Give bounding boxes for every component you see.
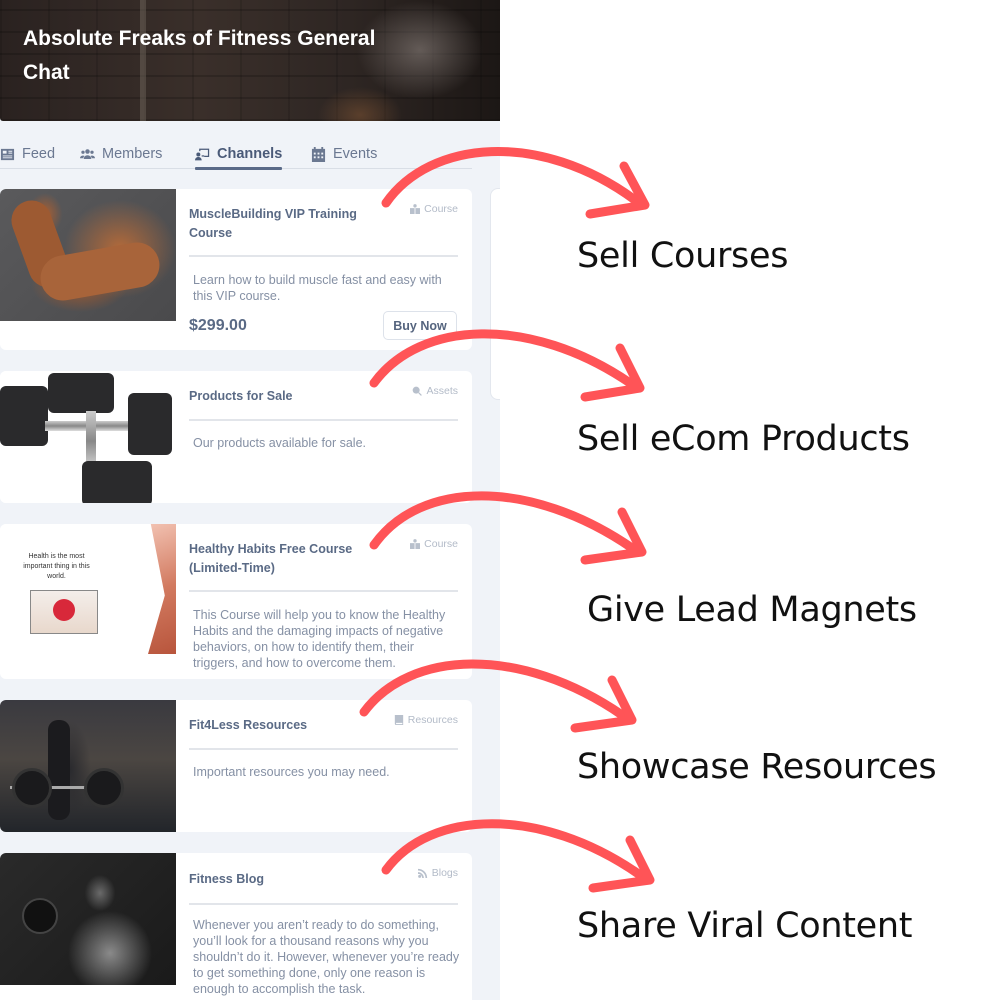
arrow-2-head xyxy=(580,343,645,402)
dumbbell-curl-image xyxy=(0,853,176,985)
channel-description: Learn how to build muscle fast and easy … xyxy=(193,273,442,303)
members-icon xyxy=(80,148,95,159)
channels-icon xyxy=(195,148,210,160)
arrow-3-head xyxy=(580,507,647,565)
channel-type-label: Blogs xyxy=(431,867,458,879)
channel-description: Our products available for sale. xyxy=(193,436,367,450)
channel-price: $299.00 xyxy=(189,317,247,334)
group-cover-banner: Absolute Freaks of Fitness General Chat xyxy=(0,0,500,121)
tab-events-label: Events xyxy=(333,146,378,162)
calendar-icon xyxy=(311,146,326,162)
channel-type-badge: Blogs xyxy=(417,867,458,879)
channel-description: Important resources you may need. xyxy=(193,765,390,779)
annotation-sell-courses: Sell Courses xyxy=(577,236,789,276)
channel-type-badge: Course xyxy=(410,538,458,550)
channel-type-label: Assets xyxy=(426,385,458,397)
image-detail xyxy=(0,386,48,446)
channel-type-label: Course xyxy=(424,538,458,550)
deadlift-gym-image xyxy=(0,700,176,832)
tab-members[interactable]: Members xyxy=(80,141,162,167)
card-divider xyxy=(189,748,458,750)
annotation-showcase-resources: Showcase Resources xyxy=(577,747,937,787)
channel-card[interactable]: Fitness Blog Blogs Whenever you aren’t r… xyxy=(0,853,472,1000)
group-title: Absolute Freaks of Fitness General Chat xyxy=(23,27,376,84)
channel-card[interactable]: Products for Sale Assets Our products av… xyxy=(0,371,472,503)
tab-feed[interactable]: Feed xyxy=(0,141,55,167)
card-divider xyxy=(189,590,458,592)
image-detail xyxy=(48,373,114,413)
image-detail xyxy=(22,898,58,934)
channel-type-badge: Course xyxy=(410,203,458,215)
course-icon xyxy=(410,204,421,214)
channel-type-label: Course xyxy=(424,203,458,215)
arrow-4-head xyxy=(570,675,637,733)
tab-events[interactable]: Events xyxy=(311,141,377,167)
heart-in-hands-picture xyxy=(30,590,98,634)
tab-channels-label: Channels xyxy=(217,146,283,162)
channel-type-label: Resources xyxy=(407,714,458,726)
image-detail xyxy=(12,768,52,808)
image-detail xyxy=(48,720,70,820)
channel-title[interactable]: Fitness Blog xyxy=(189,870,379,889)
channel-title[interactable]: MuscleBuilding VIP Training Course xyxy=(189,205,379,243)
health-slide-image: Health is the most important thing in th… xyxy=(0,524,176,656)
search-icon xyxy=(413,386,423,396)
course-icon xyxy=(410,539,421,549)
tab-channels[interactable]: Channels xyxy=(195,141,283,170)
slide-decoration xyxy=(148,524,176,654)
channel-title[interactable]: Healthy Habits Free Course (Limited-Time… xyxy=(189,540,379,578)
channel-type-badge: Assets xyxy=(412,385,458,397)
channel-card[interactable]: MuscleBuilding VIP Training Course Cours… xyxy=(0,189,472,350)
tab-members-label: Members xyxy=(102,146,163,162)
channel-type-badge: Resources xyxy=(394,714,458,726)
channel-card[interactable]: Fit4Less Resources Resources Important r… xyxy=(0,700,472,832)
channel-description: Whenever you aren’t ready to do somethin… xyxy=(193,918,460,996)
channel-title[interactable]: Fit4Less Resources xyxy=(189,716,379,735)
card-divider xyxy=(189,903,458,905)
annotation-sell-ecom-products: Sell eCom Products xyxy=(577,419,910,459)
buy-now-button[interactable]: Buy Now xyxy=(383,311,457,340)
annotation-give-lead-magnets: Give Lead Magnets xyxy=(587,590,917,630)
annotation-share-viral-content: Share Viral Content xyxy=(577,906,913,946)
card-divider xyxy=(189,255,458,257)
card-divider xyxy=(189,419,458,421)
dumbbells-image xyxy=(0,371,176,503)
channel-description: This Course will help you to know the He… xyxy=(193,608,446,670)
image-detail xyxy=(128,393,172,455)
arrow-5-head xyxy=(588,835,655,893)
image-detail xyxy=(84,768,124,808)
channel-card[interactable]: Health is the most important thing in th… xyxy=(0,524,472,679)
heart-icon xyxy=(53,599,75,621)
flexing-bicep-image xyxy=(0,189,176,321)
rss-icon xyxy=(417,868,427,878)
feed-icon xyxy=(0,148,15,160)
tab-feed-label: Feed xyxy=(22,146,56,162)
community-panel: Absolute Freaks of Fitness General Chat … xyxy=(0,0,500,1000)
group-tabs: Feed Members Channels Events xyxy=(0,138,472,170)
arrow-1-head xyxy=(585,161,650,219)
image-detail xyxy=(82,461,152,503)
channel-title[interactable]: Products for Sale xyxy=(189,387,379,406)
side-panel-card xyxy=(490,188,500,400)
slide-text: Health is the most important thing in th… xyxy=(23,553,90,580)
book-icon xyxy=(394,715,403,725)
